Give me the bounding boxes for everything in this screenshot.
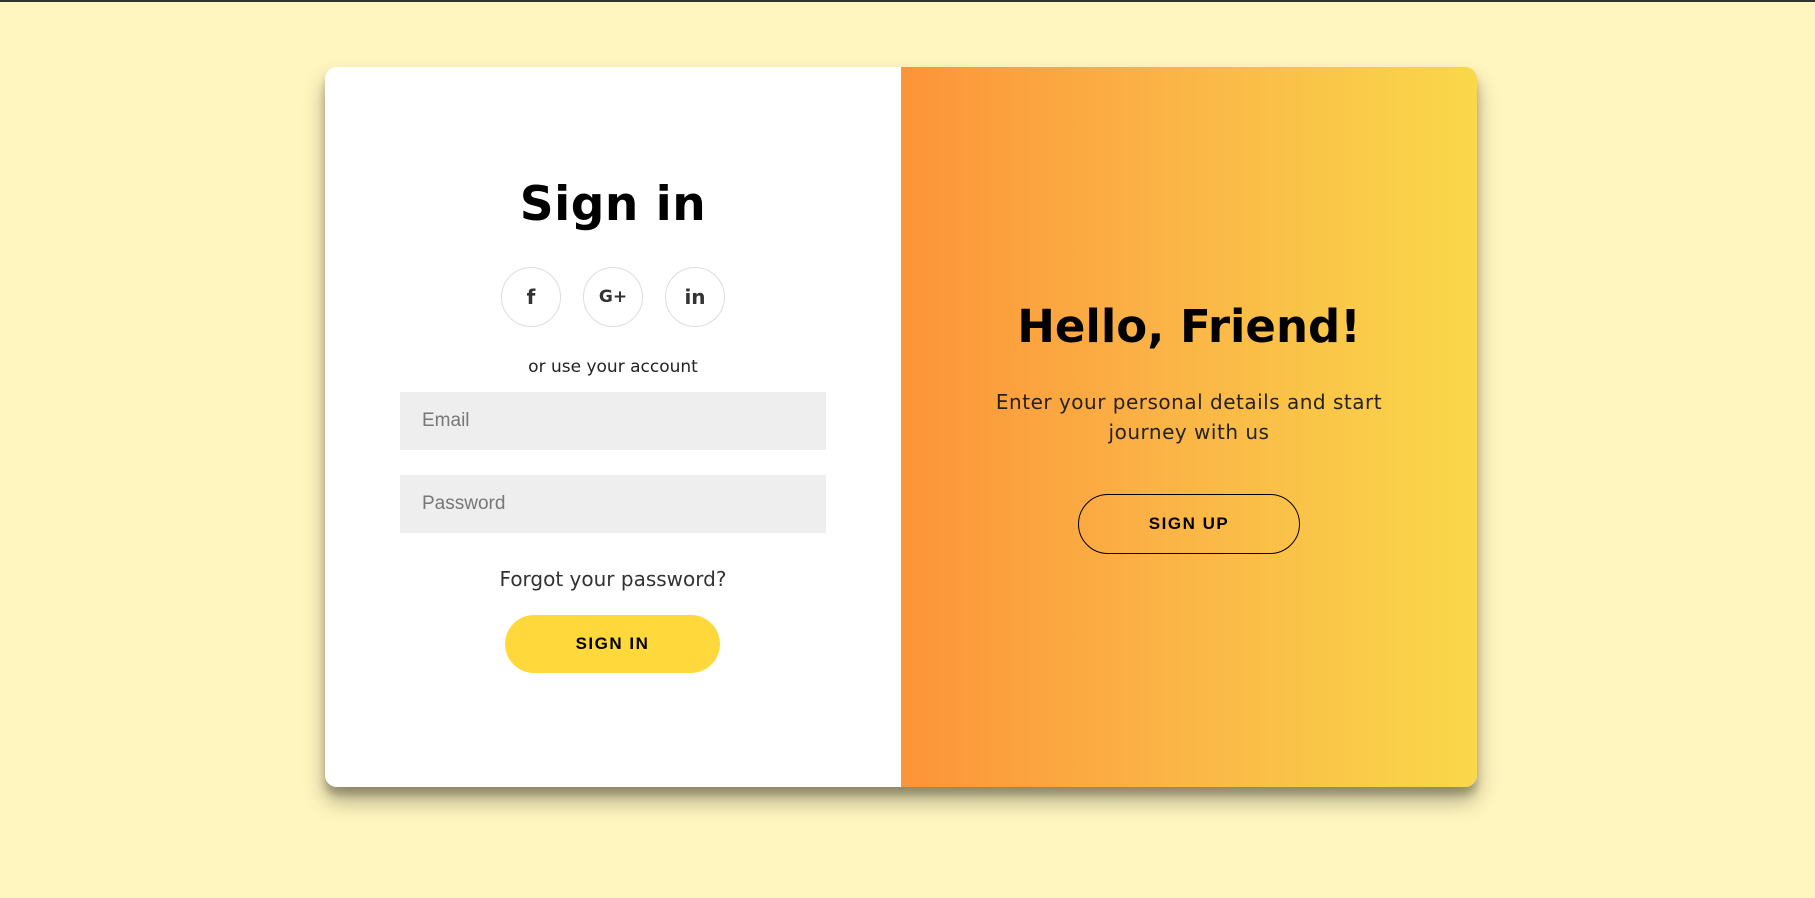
welcome-text: Enter your personal details and start jo…: [995, 390, 1383, 444]
top-border: [0, 0, 1815, 2]
password-field[interactable]: [400, 475, 826, 533]
auth-card: Sign in f G+ in or use your account Forg…: [325, 67, 1477, 787]
welcome-title: Hello, Friend!: [1017, 300, 1361, 353]
signin-panel: Sign in f G+ in or use your account Forg…: [325, 67, 901, 787]
alt-signin-text: or use your account: [528, 357, 698, 377]
social-buttons: f G+ in: [325, 267, 901, 327]
forgot-password-link[interactable]: Forgot your password?: [325, 567, 901, 591]
facebook-icon[interactable]: f: [501, 267, 561, 327]
welcome-panel: Hello, Friend! Enter your personal detai…: [901, 67, 1477, 787]
google-plus-icon[interactable]: G+: [583, 267, 643, 327]
signin-title: Sign in: [519, 177, 707, 232]
linkedin-icon[interactable]: in: [665, 267, 725, 327]
email-field[interactable]: [400, 392, 826, 450]
sign-up-button[interactable]: SIGN UP: [1078, 494, 1300, 554]
sign-in-button[interactable]: SIGN IN: [505, 615, 720, 673]
